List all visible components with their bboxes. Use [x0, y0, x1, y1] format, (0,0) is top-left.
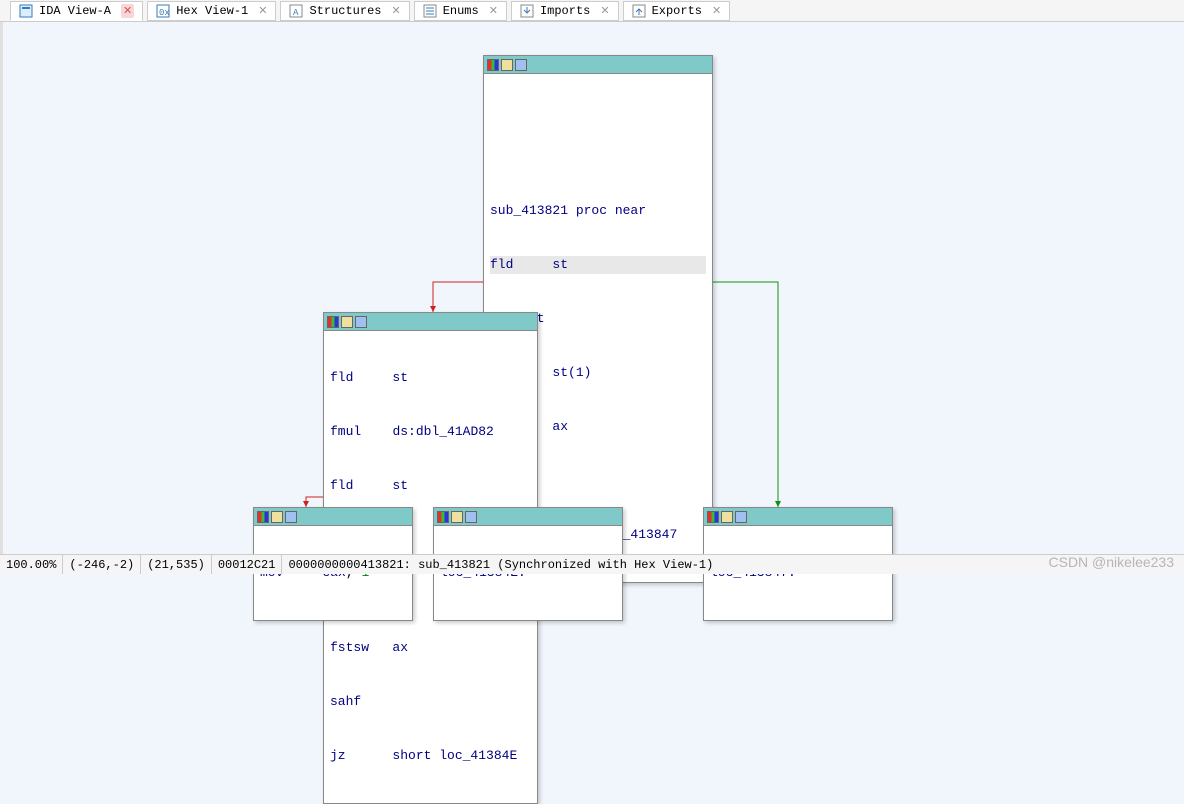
tab-label: IDA View-A — [39, 4, 111, 18]
node-color-icon — [257, 511, 269, 523]
close-icon[interactable]: ✕ — [258, 4, 267, 18]
tab-icon — [19, 4, 33, 18]
close-icon[interactable]: ✕ — [121, 4, 134, 18]
tab-enums[interactable]: Enums ✕ — [414, 1, 507, 21]
node-collapse-icon — [355, 316, 367, 328]
watermark: CSDN @nikelee233 — [1049, 554, 1175, 570]
node-collapse-icon — [735, 511, 747, 523]
asm-line: fstsw ax — [330, 639, 531, 657]
node-color-icon — [487, 59, 499, 71]
node-group-icon — [271, 511, 283, 523]
node-header — [254, 508, 412, 526]
status-address: 0000000000413821: sub_413821 (Synchroniz… — [282, 555, 719, 574]
node-color-icon — [327, 316, 339, 328]
tab-label: Imports — [540, 4, 590, 18]
tab-icon: 0x — [156, 4, 170, 18]
tab-icon — [520, 4, 534, 18]
tab-label: Enums — [443, 4, 479, 18]
node-collapse-icon — [285, 511, 297, 523]
asm-line: fld st — [490, 256, 706, 274]
tab-ida-view-a[interactable]: IDA View-A ✕ — [10, 1, 143, 21]
status-coord1: (-246,-2) — [63, 555, 141, 574]
tab-icon — [423, 4, 437, 18]
node-group-icon — [501, 59, 513, 71]
tab-hex-view-1[interactable]: 0x Hex View-1 ✕ — [147, 1, 276, 21]
tab-exports[interactable]: Exports ✕ — [623, 1, 731, 21]
tab-bar: IDA View-A ✕ 0x Hex View-1 ✕ A Structure… — [0, 0, 1184, 22]
close-icon[interactable]: ✕ — [712, 4, 721, 18]
tab-icon — [632, 4, 646, 18]
node-header — [324, 313, 537, 331]
asm-line: sahf — [330, 693, 531, 711]
node-group-icon — [721, 511, 733, 523]
svg-text:0x: 0x — [159, 8, 170, 18]
graph-canvas[interactable]: sub_413821 proc near fld st frndint fcom… — [0, 22, 1184, 554]
close-icon[interactable]: ✕ — [600, 4, 609, 18]
tab-label: Structures — [309, 4, 381, 18]
asm-line: fmul ds:dbl_41AD82 — [330, 423, 531, 441]
close-icon[interactable]: ✕ — [391, 4, 400, 18]
status-offset: 00012C21 — [212, 555, 283, 574]
node-header — [434, 508, 622, 526]
tab-icon: A — [289, 4, 303, 18]
node-color-icon — [707, 511, 719, 523]
node-header — [704, 508, 892, 526]
tab-imports[interactable]: Imports ✕ — [511, 1, 619, 21]
node-group-icon — [451, 511, 463, 523]
tab-label: Hex View-1 — [176, 4, 248, 18]
close-icon[interactable]: ✕ — [489, 4, 498, 18]
svg-text:A: A — [293, 8, 299, 18]
node-group-icon — [341, 316, 353, 328]
tab-structures[interactable]: A Structures ✕ — [280, 1, 409, 21]
status-bar: 100.00% (-246,-2) (21,535) 00012C21 0000… — [0, 554, 1184, 574]
node-color-icon — [437, 511, 449, 523]
node-collapse-icon — [465, 511, 477, 523]
status-coord2: (21,535) — [141, 555, 212, 574]
status-zoom: 100.00% — [0, 555, 63, 574]
node-header — [484, 56, 712, 74]
tab-label: Exports — [652, 4, 702, 18]
asm-line: jz short loc_41384E — [330, 747, 531, 765]
asm-line: fld st — [330, 477, 531, 495]
asm-line: fld st — [330, 369, 531, 387]
proc-line: sub_413821 proc near — [490, 202, 706, 220]
node-collapse-icon — [515, 59, 527, 71]
